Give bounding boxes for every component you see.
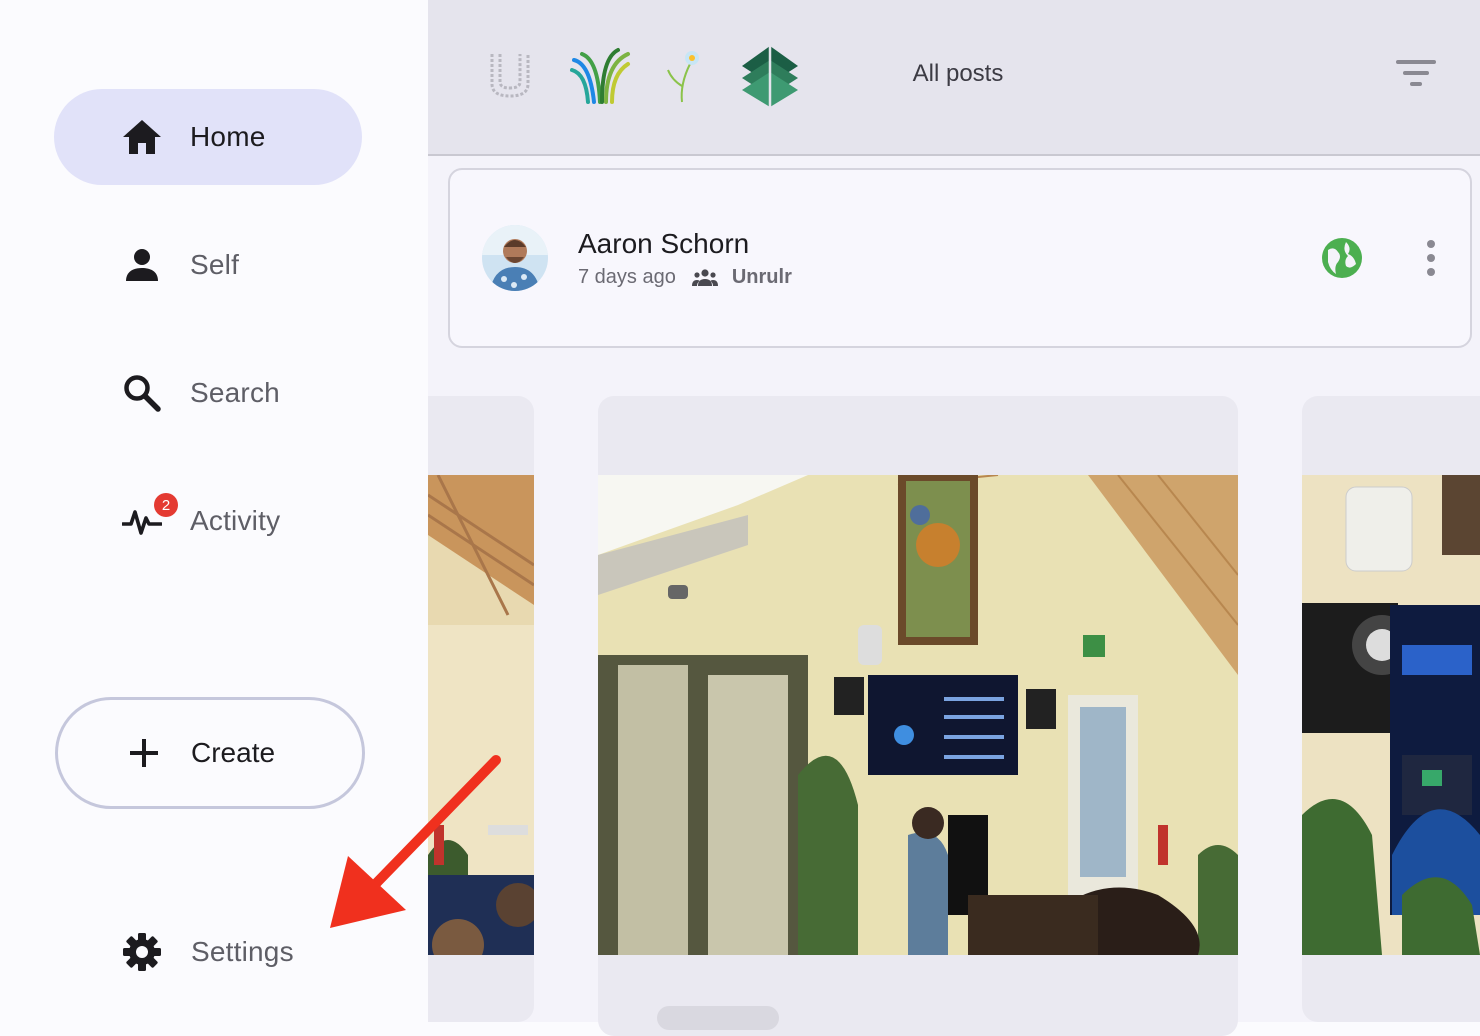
photo bbox=[598, 475, 1238, 955]
main-feed: All posts Aaron Schorn 7 days ago Unrulr bbox=[428, 0, 1480, 1036]
group-icon bbox=[691, 268, 718, 288]
post-header-card: Aaron Schorn 7 days ago Unrulr bbox=[448, 168, 1472, 348]
person-icon bbox=[120, 243, 164, 287]
home-icon bbox=[120, 115, 164, 159]
post-group[interactable]: Unrulr bbox=[732, 266, 792, 289]
gear-icon bbox=[120, 930, 164, 974]
activity-icon: 2 bbox=[120, 493, 178, 543]
sidebar-item-settings[interactable]: Settings bbox=[54, 904, 362, 1000]
flower-app-icon[interactable] bbox=[654, 44, 718, 108]
sidebar: Home Self Search 2 Activity Create Setti… bbox=[0, 0, 428, 1022]
carousel-scroll-indicator[interactable] bbox=[657, 1006, 779, 1030]
post-author[interactable]: Aaron Schorn bbox=[578, 228, 749, 260]
create-label: Create bbox=[191, 737, 276, 768]
photo bbox=[1302, 475, 1480, 955]
leaf-stack-app-icon[interactable] bbox=[738, 44, 802, 108]
sidebar-item-label: Home bbox=[190, 121, 266, 152]
carousel-image-next[interactable] bbox=[1302, 396, 1480, 1022]
carousel-image-prev[interactable] bbox=[428, 396, 534, 1022]
avatar[interactable] bbox=[482, 225, 548, 291]
create-button[interactable]: Create bbox=[55, 697, 365, 809]
plus-icon bbox=[122, 731, 166, 775]
photo bbox=[428, 475, 534, 955]
more-vert-icon[interactable] bbox=[1416, 238, 1446, 278]
notification-badge: 2 bbox=[154, 493, 178, 517]
sidebar-item-activity[interactable]: 2 Activity bbox=[54, 473, 362, 569]
sidebar-item-label: Activity bbox=[190, 505, 281, 536]
carousel-image-current[interactable] bbox=[598, 396, 1238, 1036]
globe-icon[interactable] bbox=[1320, 236, 1364, 280]
feed-toolbar: All posts bbox=[428, 0, 1480, 156]
sidebar-item-label: Self bbox=[190, 249, 240, 280]
sidebar-item-search[interactable]: Search bbox=[54, 345, 362, 441]
sidebar-item-home[interactable]: Home bbox=[54, 89, 362, 185]
filter-icon[interactable] bbox=[1394, 56, 1438, 92]
unrulr-app-icon[interactable] bbox=[478, 44, 542, 108]
sidebar-item-label: Search bbox=[190, 377, 280, 408]
sidebar-item-label: Settings bbox=[191, 936, 294, 967]
waves-app-icon[interactable] bbox=[568, 44, 632, 108]
sidebar-item-self[interactable]: Self bbox=[54, 217, 362, 313]
post-meta: 7 days ago Unrulr bbox=[578, 266, 792, 289]
search-icon bbox=[120, 371, 164, 415]
post-time: 7 days ago bbox=[578, 266, 676, 288]
feed-selector[interactable]: All posts bbox=[898, 52, 1018, 96]
